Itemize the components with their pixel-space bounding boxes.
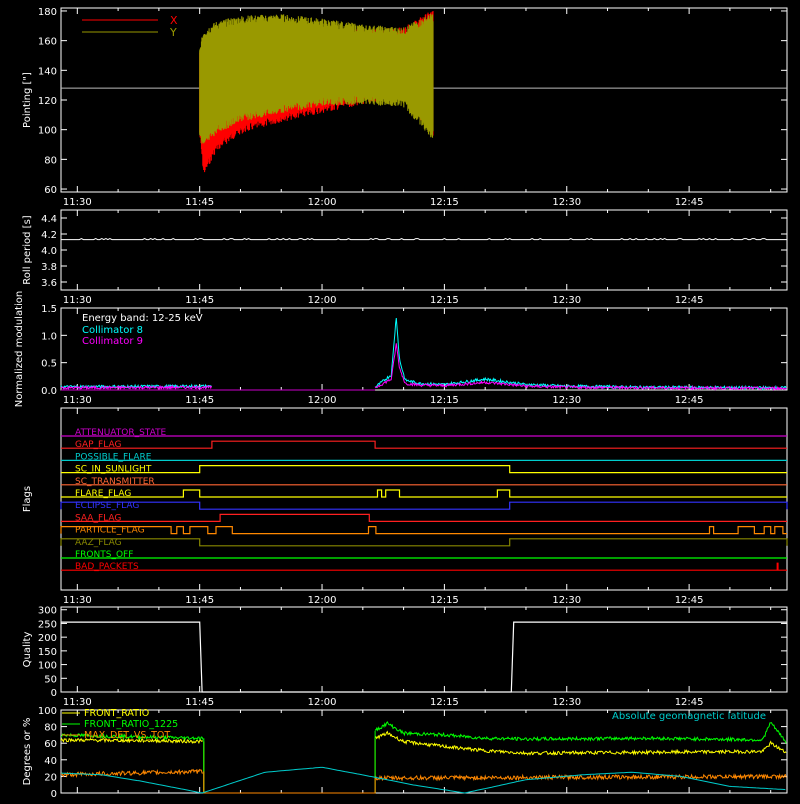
x-tick-label: 12:30 (552, 395, 581, 406)
x-tick-label: 11:45 (185, 295, 214, 306)
flag-label-flare-flag: FLARE_FLAG (75, 489, 131, 499)
legend-label-geomagnetic-latitude: Absolute geomagnetic latitude (612, 711, 766, 722)
x-tick-label: 12:30 (552, 595, 581, 606)
x-tick-label: 12:45 (675, 197, 704, 208)
y-tick-label: 100 (38, 706, 57, 717)
y-tick-label: 3.8 (41, 262, 57, 273)
y-tick-label: 0.5 (41, 359, 57, 370)
x-tick-label: 11:30 (63, 197, 92, 208)
flag-label-attenuator-state: ATTENUATOR_STATE (75, 428, 167, 438)
y-tick-label: 20 (44, 772, 57, 783)
x-tick-label: 12:15 (430, 295, 459, 306)
y-axis-label: Degrees or % (22, 718, 33, 786)
x-tick-label: 12:45 (675, 395, 704, 406)
legend-label-front-ratio: FRONT_RATIO (84, 708, 149, 719)
y-tick-label: 0.0 (41, 386, 57, 397)
flag-label-eclipse-flag: ECLIPSE_FLAG (75, 501, 139, 511)
y-tick-label: 4.4 (41, 214, 57, 225)
legend-label-max-det-vs-tot: MAX_DET_VS_TOT (84, 730, 170, 741)
x-tick-label: 12:15 (430, 697, 459, 708)
x-tick-label: 12:00 (308, 697, 337, 708)
x-tick-label: 12:15 (430, 395, 459, 406)
y-tick-label: 1.0 (41, 331, 57, 342)
x-tick-label: 11:30 (63, 697, 92, 708)
energy-band-annotation: Energy band: 12-25 keV (82, 313, 203, 324)
x-tick-label: 11:45 (185, 395, 214, 406)
flag-label-sc-transmitter: SC_TRANSMITTER (75, 477, 155, 487)
x-tick-label: 12:15 (430, 595, 459, 606)
y-tick-label: 50 (44, 674, 57, 685)
x-tick-label: 12:00 (308, 295, 337, 306)
x-tick-label: 12:30 (552, 295, 581, 306)
flag-label-aaz-flag: AAZ_FLAG (75, 538, 122, 548)
y-tick-label: 60 (44, 739, 57, 750)
y-tick-label: 0 (51, 789, 57, 800)
x-tick-label: 12:30 (552, 697, 581, 708)
x-tick-label: 12:45 (675, 697, 704, 708)
flag-label-saa-flag: SAA_FLAG (75, 513, 121, 523)
y-tick-label: 160 (38, 37, 57, 48)
legend-label-y: Y (169, 26, 177, 39)
y-tick-label: 200 (38, 633, 57, 644)
flag-label-fronts-off: FRONTS_OFF (75, 550, 133, 560)
y-tick-label: 180 (38, 7, 57, 18)
legend-label-collimator-8: Collimator 8 (82, 325, 143, 336)
x-tick-label: 12:45 (675, 595, 704, 606)
y-tick-label: 1.5 (41, 304, 57, 315)
legend-label-collimator-9: Collimator 9 (82, 336, 143, 347)
summary-plot: 11:30 11:45 12:00 12:15 12:30 12:45 Pointing [… (0, 0, 800, 800)
y-tick-label: 100 (38, 126, 57, 137)
y-tick-label: 250 (38, 619, 57, 630)
y-tick-label: 40 (44, 756, 57, 767)
x-tick-label: 11:30 (63, 595, 92, 606)
y-tick-label: 120 (38, 96, 57, 107)
y-tick-label: 4.2 (41, 230, 57, 241)
x-tick-label: 11:30 (63, 395, 92, 406)
x-tick-label: 12:45 (675, 295, 704, 306)
flag-label-possible-flare: POSSIBLE_FLARE (75, 452, 152, 462)
y-tick-label: 4.0 (41, 246, 57, 257)
x-tick-label: 11:45 (185, 595, 214, 606)
flag-label-bad-packets: BAD_PACKETS (75, 562, 139, 572)
x-tick-label: 11:45 (185, 197, 214, 208)
x-tick-label: 12:00 (308, 197, 337, 208)
y-axis-label: Flags (22, 486, 33, 512)
y-tick-label: 80 (44, 155, 57, 166)
hessi-observing-summary: 11:30 11:45 12:00 12:15 12:30 12:45 Pointing [… (0, 0, 800, 800)
y-tick-label: 140 (38, 66, 57, 77)
y-axis-label: Roll period [s] (22, 215, 33, 284)
x-tick-label: 12:00 (308, 595, 337, 606)
y-axis-label: Pointing ["] (22, 72, 33, 128)
legend-label-front-ratio-1225: FRONT_RATIO_1225 (84, 719, 178, 730)
y-tick-label: 150 (38, 647, 57, 658)
x-tick-label: 12:00 (308, 395, 337, 406)
x-tick-label: 12:30 (552, 197, 581, 208)
y-tick-label: 60 (44, 185, 57, 196)
y-tick-label: 100 (38, 661, 57, 672)
flag-label-gap-flag: GAP_FLAG (75, 440, 121, 450)
y-tick-label: 80 (44, 723, 57, 734)
flag-label-particle-flag: PARTICLE_FLAG (75, 526, 145, 536)
x-tick-label: 11:45 (185, 697, 214, 708)
y-axis-label: Normalized modulation (14, 291, 25, 408)
y-axis-label: Quality (22, 632, 33, 668)
x-tick-label: 11:30 (63, 295, 92, 306)
y-tick-label: 3.6 (41, 278, 57, 289)
y-tick-label: 300 (38, 606, 57, 617)
y-tick-label: 0 (51, 688, 57, 699)
flag-label-sc-in-sunlight: SC_IN_SUNLIGHT (75, 465, 152, 475)
x-tick-label: 12:15 (430, 197, 459, 208)
